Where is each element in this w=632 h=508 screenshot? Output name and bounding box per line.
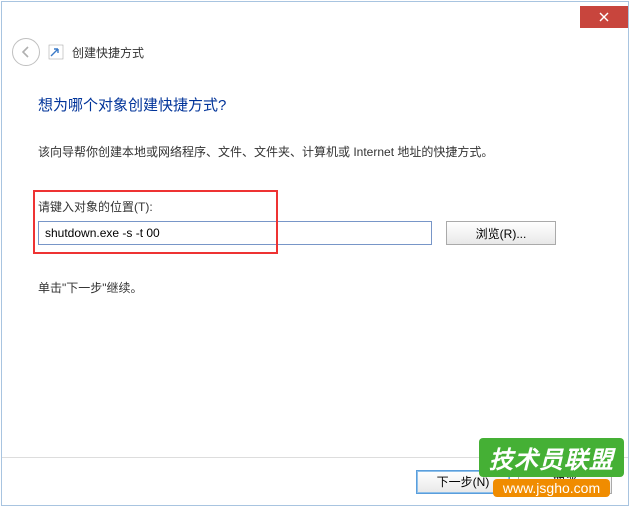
wizard-heading: 想为哪个对象创建快捷方式? <box>38 94 592 115</box>
browse-button[interactable]: 浏览(R)... <box>446 221 556 245</box>
instruction-text: 单击"下一步"继续。 <box>38 279 592 296</box>
content-area: 想为哪个对象创建快捷方式? 该向导帮你创建本地或网络程序、文件、文件夹、计算机或… <box>2 72 628 457</box>
wizard-description: 该向导帮你创建本地或网络程序、文件、文件夹、计算机或 Internet 地址的快… <box>38 143 592 160</box>
location-label: 请键入对象的位置(T): <box>38 198 592 215</box>
wizard-window: 创建快捷方式 想为哪个对象创建快捷方式? 该向导帮你创建本地或网络程序、文件、文… <box>1 1 629 506</box>
close-button[interactable] <box>580 6 628 28</box>
location-field-group: 请键入对象的位置(T): 浏览(R)... <box>38 198 592 245</box>
window-title: 创建快捷方式 <box>72 44 144 61</box>
location-input[interactable] <box>38 221 432 245</box>
footer: 下一步(N) 取消 <box>2 457 628 505</box>
titlebar <box>2 2 628 32</box>
shortcut-icon <box>48 44 64 60</box>
location-row: 浏览(R)... <box>38 221 592 245</box>
header: 创建快捷方式 <box>2 32 628 72</box>
arrow-left-icon <box>19 45 33 59</box>
back-button[interactable] <box>12 38 40 66</box>
next-button[interactable]: 下一步(N) <box>416 470 510 494</box>
cancel-button[interactable]: 取消 <box>518 470 612 494</box>
close-icon <box>599 12 609 22</box>
